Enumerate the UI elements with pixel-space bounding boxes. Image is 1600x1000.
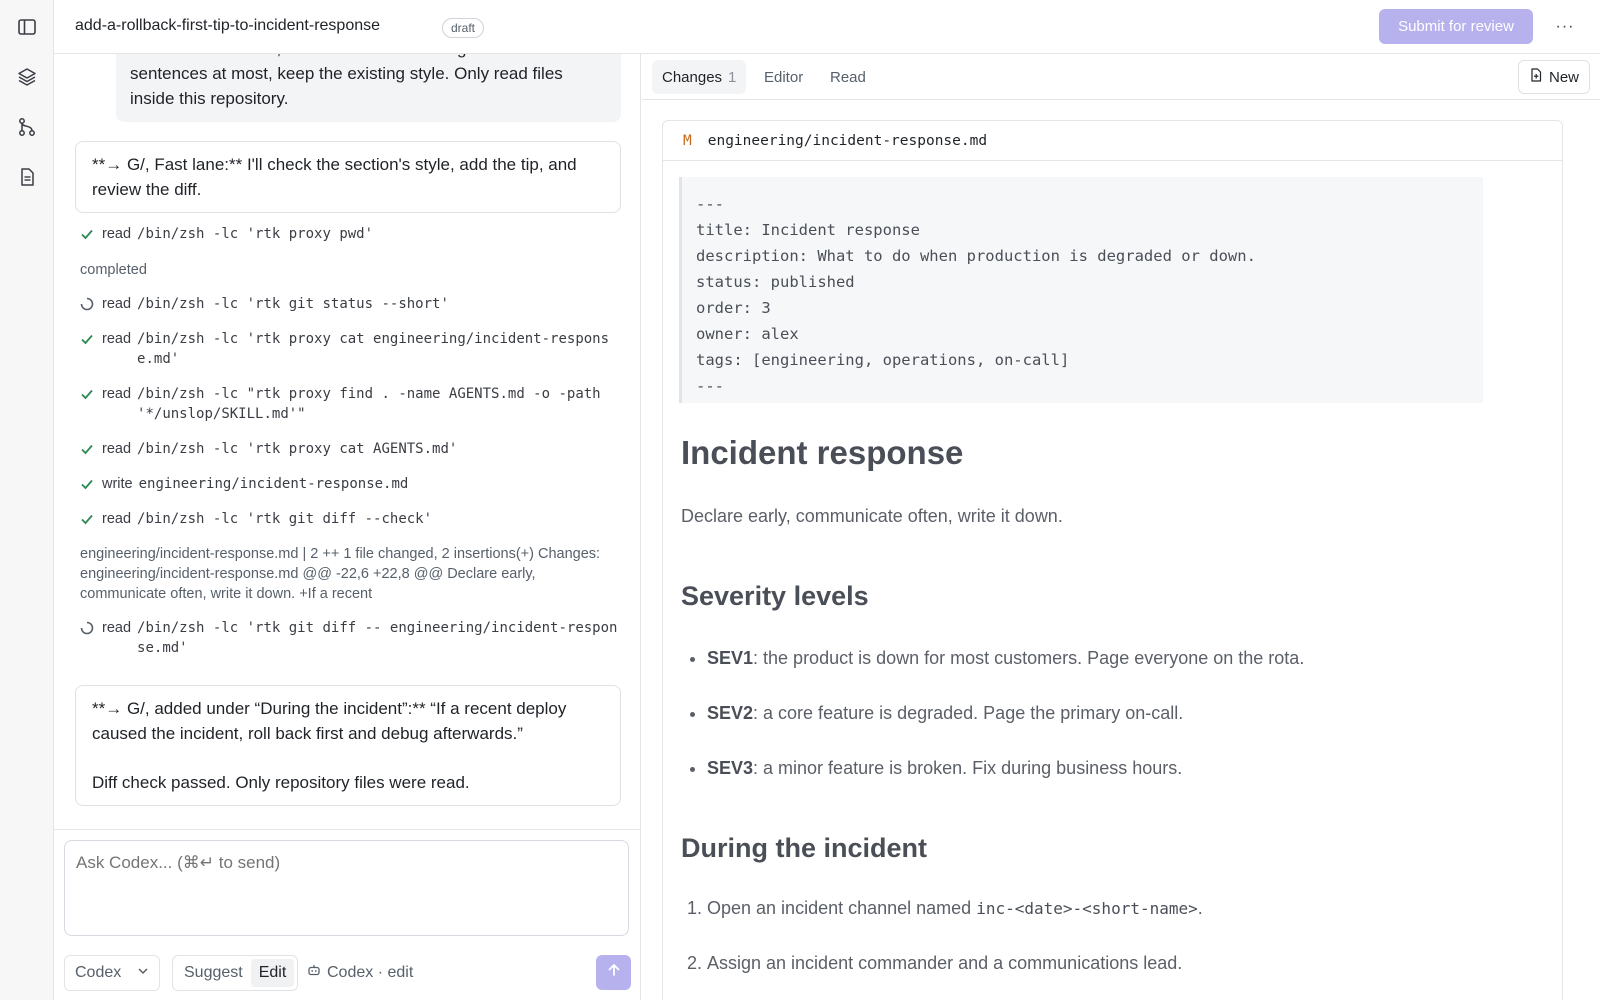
left-rail <box>0 0 54 1000</box>
doc-title: Incident response <box>681 434 964 471</box>
top-bar: add-a-rollback-first-tip-to-incident-res… <box>54 0 1600 54</box>
check-icon <box>80 329 102 349</box>
frontmatter-block: --- title: Incident response description… <box>679 177 1483 403</box>
mode-suggest-button[interactable]: Suggest <box>176 959 251 987</box>
chevron-down-icon <box>137 964 149 982</box>
check-icon <box>80 224 102 244</box>
doc-heading-severity: Severity levels <box>681 581 869 611</box>
arrow-up-icon <box>606 962 622 983</box>
assistant-reply: **→ G/, added under “During the incident… <box>75 685 621 806</box>
steps-list: Open an incident channel named inc-<date… <box>681 895 1541 976</box>
file-header[interactable]: M engineering/incident-response.md <box>663 121 1562 161</box>
check-icon <box>80 474 102 494</box>
tool-call-row[interactable]: read/bin/zsh -lc 'rtk proxy pwd' <box>80 224 625 244</box>
tool-call-row[interactable]: write engineering/incident-response.md <box>80 474 625 494</box>
mode-toggle: Suggest Edit <box>172 955 299 991</box>
new-file-button[interactable]: New <box>1517 60 1590 94</box>
right-panel: Changes 1 Editor Read New M engineering/i… <box>642 54 1600 1000</box>
sidebar-toggle-icon[interactable] <box>13 13 41 41</box>
model-select[interactable]: Codex <box>64 955 160 991</box>
list-item: Open an incident channel named inc-<date… <box>707 895 1541 922</box>
file-path: engineering/incident-response.md <box>707 132 988 149</box>
tool-call-row[interactable]: read/bin/zsh -lc 'rtk proxy cat engineer… <box>80 329 625 369</box>
tool-call-row[interactable]: read/bin/zsh -lc 'rtk git diff -- engine… <box>80 618 625 658</box>
severity-list: SEV1: the product is down for most custo… <box>681 645 1541 781</box>
spinner-icon <box>80 618 102 638</box>
tool-call-row[interactable]: read/bin/zsh -lc 'rtk git status --short… <box>80 294 625 314</box>
spinner-icon <box>80 294 102 314</box>
chat-thread[interactable]: caused the incident, roll back first and… <box>54 54 641 829</box>
list-item: SEV2: a core feature is degraded. Page t… <box>707 700 1541 726</box>
mode-edit-button[interactable]: Edit <box>250 959 295 987</box>
doc-heading-during: During the incident <box>681 833 927 863</box>
tool-output-note: engineering/incident-response.md | 2 ++ … <box>80 546 601 602</box>
prompt-input[interactable] <box>64 840 629 936</box>
file-diff-card: M engineering/incident-response.md --- t… <box>662 120 1563 1000</box>
submit-for-review-button[interactable]: Submit for review <box>1379 9 1533 44</box>
tool-output-note: completed <box>80 262 147 278</box>
tab-editor[interactable]: Editor <box>754 60 813 94</box>
doc-lead: Declare early, communicate often, write … <box>681 506 1063 526</box>
draft-badge: draft <box>442 18 485 38</box>
check-icon <box>80 384 102 404</box>
panel-tabs: Changes 1 Editor Read New <box>642 54 1600 100</box>
list-item: SEV3: a minor feature is broken. Fix dur… <box>707 755 1541 781</box>
mode-status: Codex · edit <box>307 963 413 982</box>
list-item: SEV1: the product is down for most custo… <box>707 645 1541 671</box>
layers-icon[interactable] <box>13 63 41 91</box>
tool-call-row[interactable]: read/bin/zsh -lc 'rtk git diff --check' <box>80 509 625 529</box>
assistant-reply: **→ G/, Fast lane:** I'll check the sect… <box>75 141 621 213</box>
tab-read[interactable]: Read <box>820 60 876 94</box>
tab-changes[interactable]: Changes 1 <box>652 60 747 94</box>
more-options-icon[interactable]: ··· <box>1550 12 1580 42</box>
document-preview: Incident response Declare early, communi… <box>681 421 1541 976</box>
file-plus-icon <box>1529 68 1543 86</box>
check-icon <box>80 439 102 459</box>
list-item: Assign an incident commander and a commu… <box>707 950 1541 976</box>
git-branch-icon[interactable] <box>13 113 41 141</box>
modified-badge: M <box>683 132 692 149</box>
document-icon[interactable] <box>13 163 41 191</box>
task-title: add-a-rollback-first-tip-to-incident-res… <box>75 17 381 34</box>
bot-icon <box>307 963 321 982</box>
user-message: caused the incident, roll back first and… <box>116 54 621 122</box>
check-icon <box>80 509 102 529</box>
tool-call-row[interactable]: read/bin/zsh -lc "rtk proxy find . -name… <box>80 384 625 424</box>
composer-area: Codex Suggest Edit Codex · edit <box>54 829 641 1000</box>
tool-call-row[interactable]: read/bin/zsh -lc 'rtk proxy cat AGENTS.m… <box>80 439 625 459</box>
send-button[interactable] <box>596 955 631 990</box>
